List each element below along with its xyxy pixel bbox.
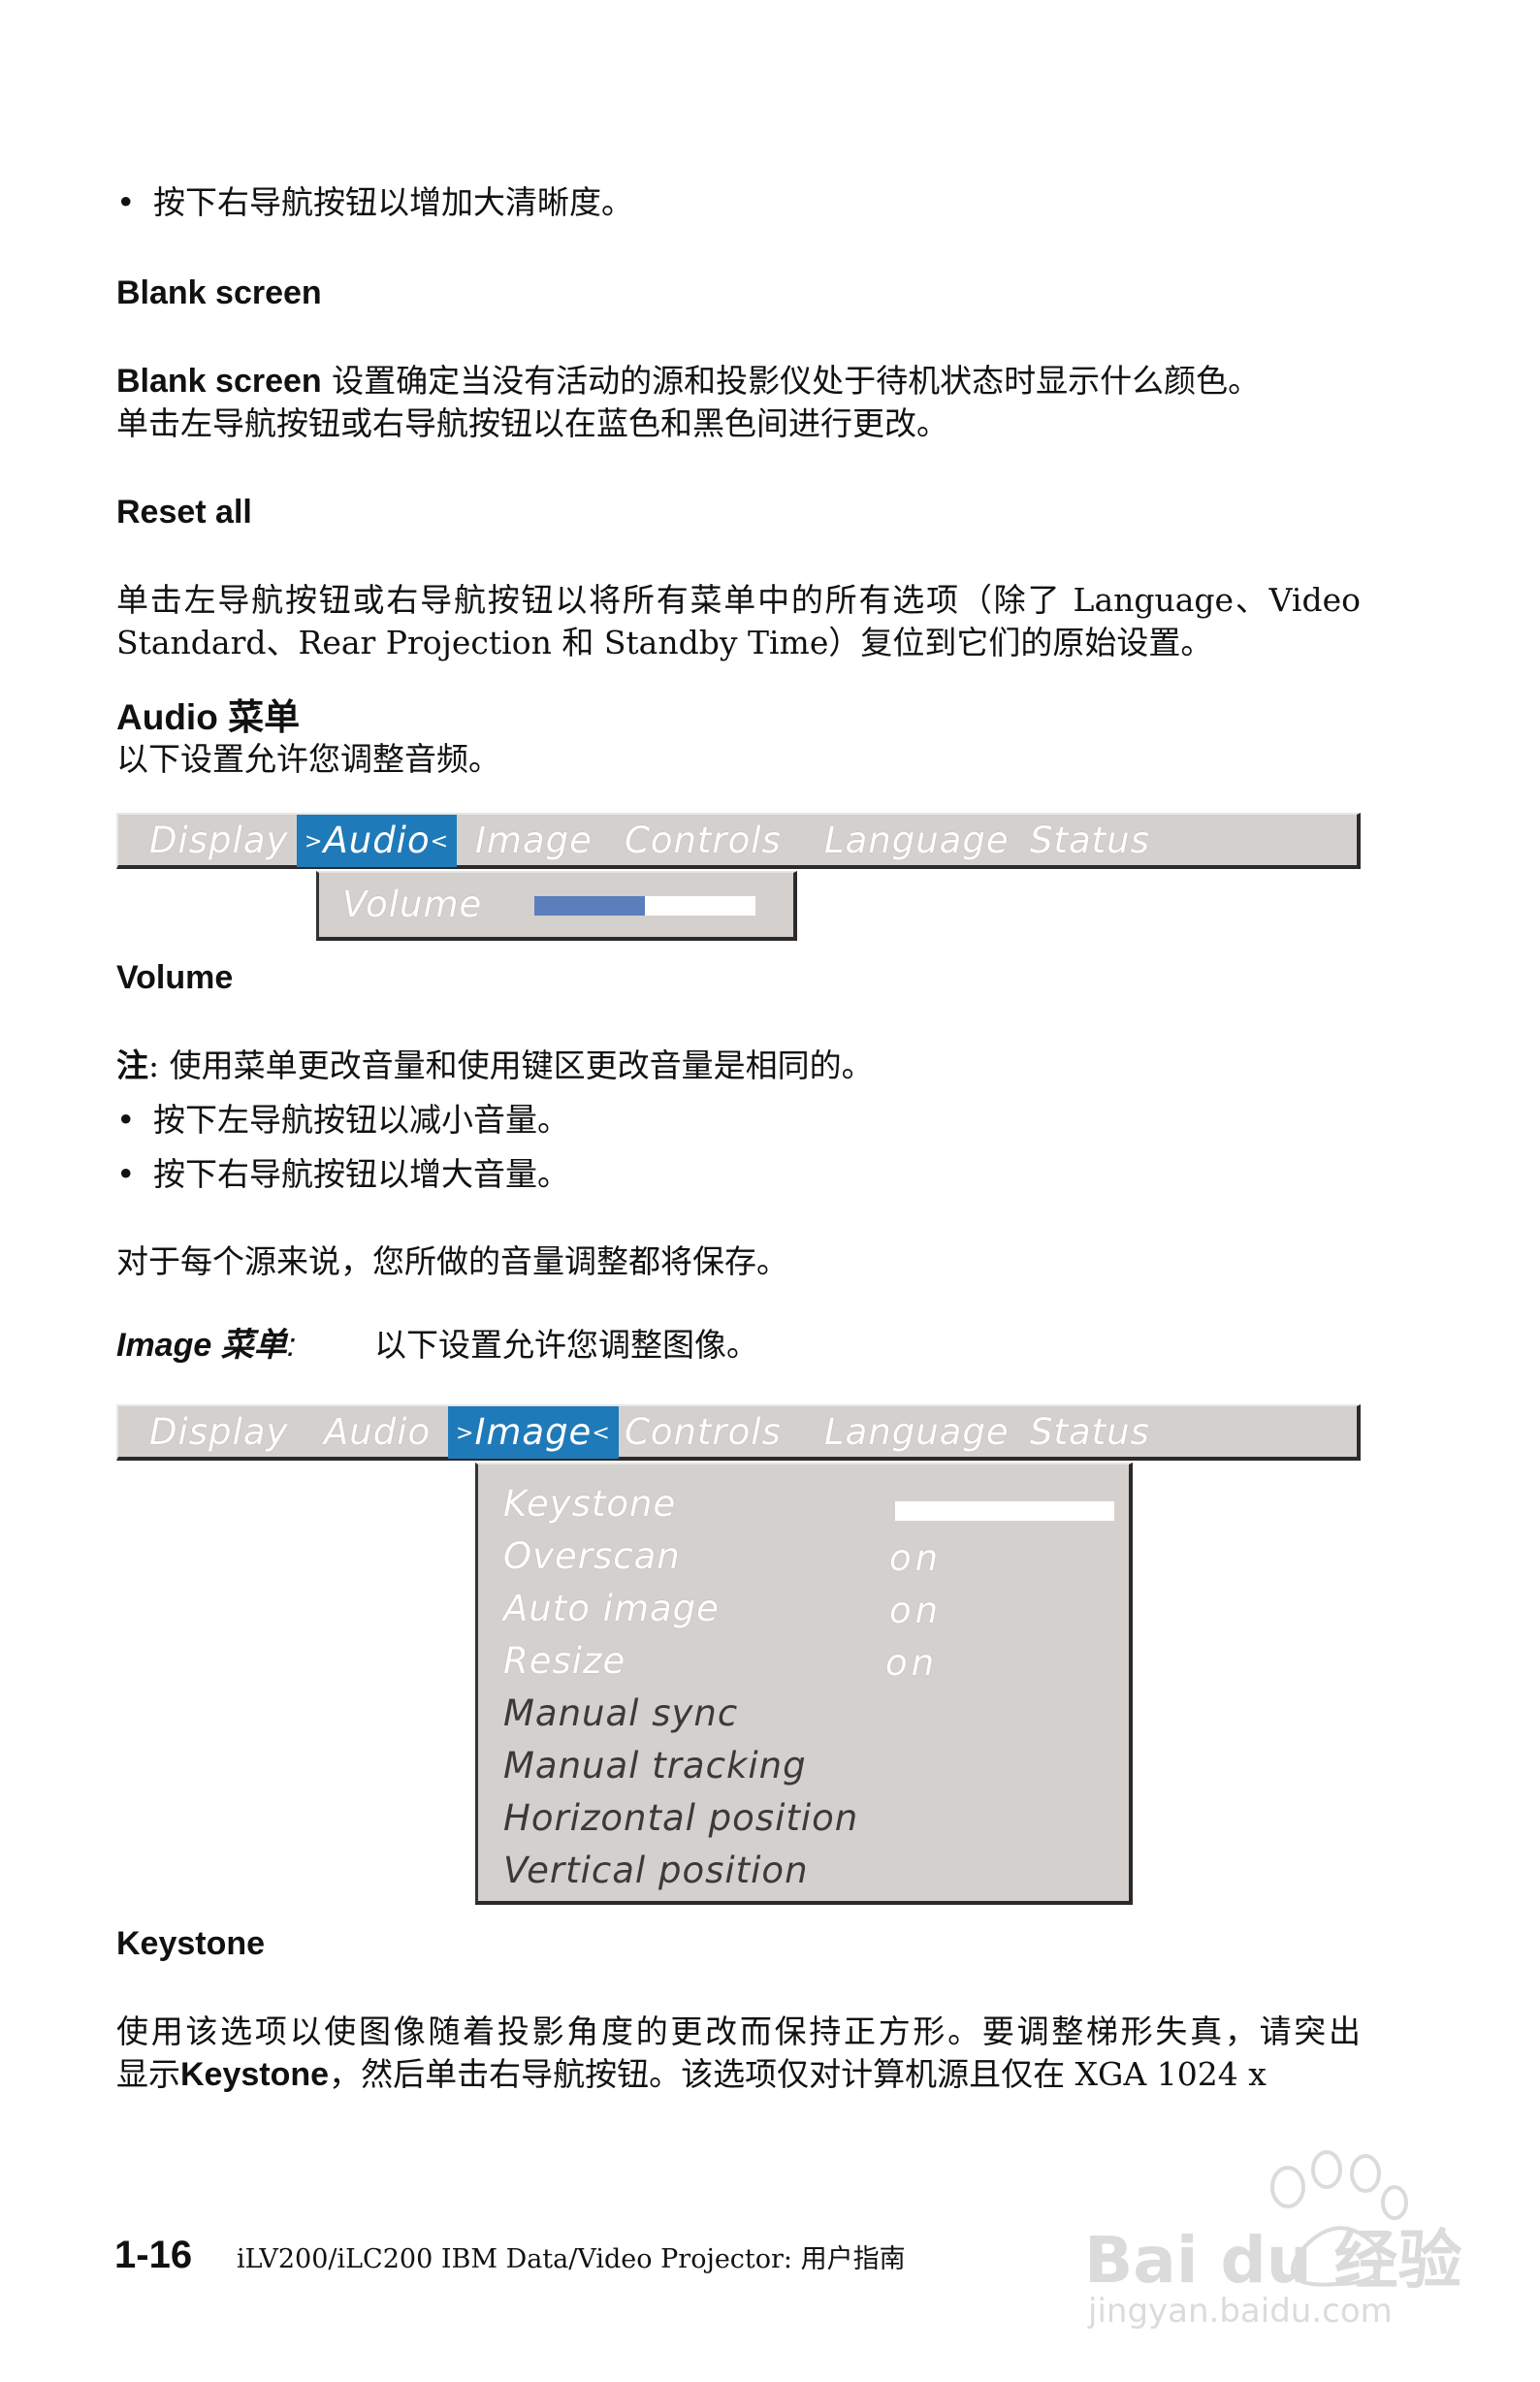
audio-tab-controls[interactable]: Controls	[625, 815, 782, 867]
audio-menu-bar: Display >Audio< Image Controls Language …	[116, 813, 1361, 869]
heading-volume: Volume	[116, 959, 234, 996]
image-tab-status[interactable]: Status	[1030, 1406, 1150, 1459]
keystone-line2: 显示 Keystone ，然后单击右导航按钮。该选项仅对计算机源且仅在 XGA 1…	[116, 2055, 1267, 2093]
keystone-line1: 使用该选项以使图像随着投影角度的更改而保持正方形。要调整梯形失真，请突出	[116, 2012, 1361, 2050]
overscan-value[interactable]: on	[889, 1534, 942, 1583]
reset-all-line1: 单击左导航按钮或右导航按钮以将所有菜单中的所有选项（除了 Language、Vi…	[116, 581, 1361, 619]
menu-item-auto-image[interactable]: Auto image	[503, 1585, 720, 1633]
volume-saved-text: 对于每个源来说，您所做的音量调整都将保存。	[116, 1242, 788, 1280]
volume-bullet-increase: • 按下右导航按钮以增大音量。	[116, 1155, 569, 1193]
page-number: 1-16	[114, 2234, 193, 2276]
menu-item-manual-tracking[interactable]: Manual tracking	[503, 1742, 807, 1790]
keystone-slider[interactable]	[895, 1501, 1114, 1521]
image-tab-display[interactable]: Display	[149, 1406, 288, 1459]
image-tab-image[interactable]: >Image<	[448, 1406, 619, 1459]
image-tab-language[interactable]: Language	[824, 1406, 1010, 1459]
volume-slider-fill	[534, 896, 645, 916]
menu-item-vertical-position[interactable]: Vertical position	[503, 1847, 809, 1895]
audio-tab-status[interactable]: Status	[1030, 815, 1150, 867]
audio-menu-intro: 以下设置允许您调整音频。	[116, 740, 500, 778]
heading-audio-menu: Audio 菜单	[116, 697, 301, 737]
blank-screen-line1: Blank screen 设置确定当没有活动的源和投影仪处于待机状态时显示什么颜…	[116, 362, 1261, 400]
volume-menu-item[interactable]: Volume	[342, 881, 482, 929]
menu-item-keystone[interactable]: Keystone	[503, 1480, 676, 1529]
image-menu-intro: 以下设置允许您调整图像。	[374, 1326, 758, 1364]
menu-item-resize[interactable]: Resize	[503, 1637, 626, 1686]
volume-bullet-decrease: • 按下左导航按钮以减小音量。	[116, 1101, 569, 1139]
watermark-url: jingyan.baidu.com	[1088, 2292, 1393, 2331]
watermark-brand: Bai du 经验	[1084, 2223, 1462, 2298]
chevron-right-icon: >	[456, 1421, 475, 1446]
audio-tab-display[interactable]: Display	[149, 815, 288, 867]
audio-dropdown: Volume	[316, 871, 797, 941]
baidu-jingyan-watermark: Bai du 经验 jingyan.baidu.com	[1084, 2139, 1472, 2342]
audio-tab-audio[interactable]: >Audio<	[297, 815, 458, 867]
menu-item-manual-sync[interactable]: Manual sync	[503, 1690, 738, 1738]
volume-note: 注: 使用菜单更改音量和使用键区更改音量是相同的。	[116, 1046, 874, 1084]
heading-reset-all: Reset all	[116, 494, 252, 531]
blank-screen-line2: 单击左导航按钮或右导航按钮以在蓝色和黑色间进行更改。	[116, 404, 948, 442]
image-menu-heading-line: Image 菜单:	[116, 1327, 297, 1364]
heading-blank-screen: Blank screen	[116, 274, 322, 311]
volume-slider[interactable]	[534, 896, 755, 916]
resize-value[interactable]: on	[885, 1639, 938, 1688]
chevron-left-icon: <	[592, 1421, 611, 1446]
heading-keystone: Keystone	[116, 1925, 266, 1962]
image-tab-audio[interactable]: Audio	[324, 1406, 431, 1459]
menu-item-overscan[interactable]: Overscan	[503, 1532, 681, 1581]
chevron-left-icon: <	[430, 829, 450, 854]
chevron-right-icon: >	[305, 829, 324, 854]
audio-tab-language[interactable]: Language	[824, 815, 1010, 867]
image-tab-controls[interactable]: Controls	[625, 1406, 782, 1459]
image-dropdown: Keystone Overscan on Auto image on Resiz…	[475, 1463, 1133, 1905]
bullet-sharpness: • 按下右导航按钮以增加大清晰度。	[116, 183, 633, 221]
reset-all-line2: Standard、Rear Projection 和 Standby Time）…	[116, 624, 1213, 661]
footer-title: iLV200/iLC200 IBM Data/Video Projector: …	[237, 2244, 906, 2274]
audio-tab-image[interactable]: Image	[475, 815, 593, 867]
auto-image-value[interactable]: on	[889, 1587, 942, 1635]
menu-item-horizontal-position[interactable]: Horizontal position	[503, 1794, 858, 1843]
image-menu-bar: Display Audio >Image< Controls Language …	[116, 1404, 1361, 1461]
